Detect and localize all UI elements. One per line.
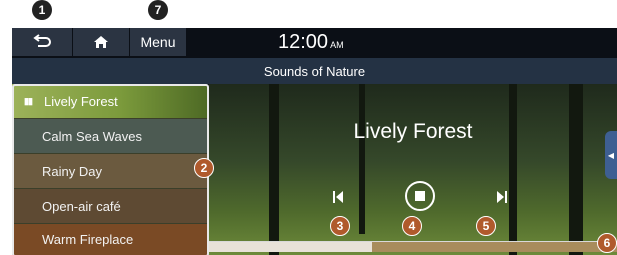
list-item-calm-sea-waves[interactable]: Calm Sea Waves <box>12 119 207 153</box>
list-item-label: Open-air café <box>42 198 121 214</box>
clock-time: 12:00 <box>278 31 329 53</box>
home-button[interactable] <box>73 28 129 56</box>
clock: 12:00 AM <box>278 31 344 54</box>
side-panel-handle[interactable]: ◀ <box>605 131 617 179</box>
list-item-label: Warm Fireplace <box>42 232 134 247</box>
stop-icon <box>415 191 425 201</box>
sound-list: ▮▮ Lively Forest Calm Sea Waves Rainy Da… <box>12 84 207 255</box>
progress-bar[interactable] <box>209 241 617 252</box>
page-title: Sounds of Nature <box>12 58 617 84</box>
callout-4: 4 <box>402 216 422 236</box>
back-button[interactable] <box>12 28 72 56</box>
clock-ampm: AM <box>330 40 344 50</box>
tree-trunk <box>509 84 517 255</box>
back-arrow-icon <box>33 34 51 47</box>
list-item-lively-forest[interactable]: ▮▮ Lively Forest <box>12 84 207 118</box>
callout-7: 7 <box>148 0 168 20</box>
next-button[interactable] <box>491 185 513 209</box>
list-item-open-air-cafe[interactable]: Open-air café <box>12 189 207 223</box>
callout-6: 6 <box>597 233 617 253</box>
callout-1: 1 <box>32 0 52 20</box>
top-bar: Menu 12:00 AM <box>12 28 617 58</box>
skip-previous-icon <box>333 191 343 203</box>
callout-5: 5 <box>476 216 496 236</box>
stop-button[interactable] <box>405 181 435 211</box>
playing-indicator-icon: ▮▮ <box>24 95 33 106</box>
tree-trunk <box>359 84 365 234</box>
now-playing-title: Lively Forest <box>353 120 473 143</box>
list-item-label: Calm Sea Waves <box>42 128 142 144</box>
list-item-warm-fireplace[interactable]: Warm Fireplace <box>12 224 207 255</box>
callout-3: 3 <box>330 216 350 236</box>
progress-fill <box>209 242 373 252</box>
callout-2: 2 <box>194 158 214 178</box>
skip-next-icon <box>497 191 507 203</box>
list-item-rainy-day[interactable]: Rainy Day <box>12 154 207 188</box>
tree-trunk <box>269 84 279 255</box>
sounds-of-nature-screen: Menu 12:00 AM Sounds of Nature ▮▮ Lively … <box>12 28 617 255</box>
list-item-label: Lively Forest <box>44 93 118 109</box>
menu-button[interactable]: Menu <box>130 28 186 56</box>
previous-button[interactable] <box>327 185 349 209</box>
home-icon <box>94 36 108 48</box>
list-item-label: Rainy Day <box>42 163 102 179</box>
chevron-left-icon: ◀ <box>607 150 615 160</box>
tree-trunk <box>569 84 583 255</box>
